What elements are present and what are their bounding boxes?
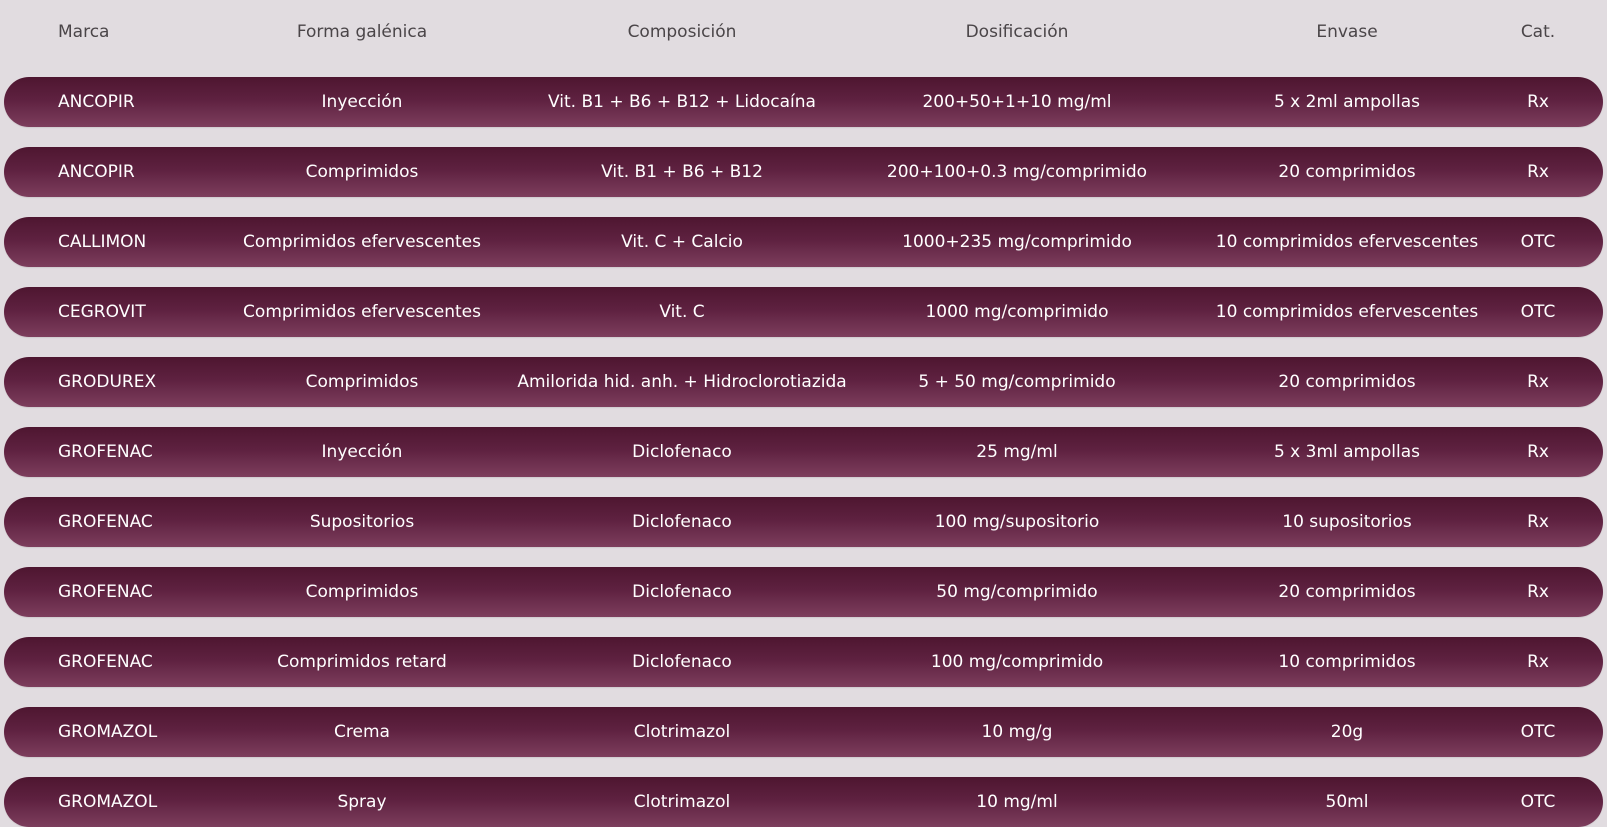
cell-dosificacion: 100 mg/comprimido bbox=[930, 652, 1104, 672]
cell-forma: Comprimidos retard bbox=[277, 652, 447, 672]
cell-dosificacion: 200+50+1+10 mg/ml bbox=[922, 92, 1112, 112]
cell-cat: Rx bbox=[1527, 442, 1549, 462]
table-row: GROFENAC Comprimidos Diclofenaco 50 mg/c… bbox=[4, 567, 1603, 617]
cell-forma: Comprimidos efervescentes bbox=[243, 302, 481, 322]
cell-composicion: Clotrimazol bbox=[633, 792, 731, 812]
cell-marca: ANCOPIR bbox=[58, 162, 135, 182]
table-row: GRODUREX Comprimidos Amilorida hid. anh.… bbox=[4, 357, 1603, 407]
cell-composicion: Diclofenaco bbox=[632, 582, 732, 602]
cell-envase: 20g bbox=[1330, 722, 1364, 742]
cell-forma: Comprimidos bbox=[305, 162, 419, 182]
cell-marca: GROFENAC bbox=[58, 512, 153, 532]
cell-envase: 20 comprimidos bbox=[1278, 372, 1416, 392]
cell-composicion: Diclofenaco bbox=[632, 652, 732, 672]
cell-composicion: Diclofenaco bbox=[632, 512, 732, 532]
table-row: GROFENAC Inyección Diclofenaco 25 mg/ml … bbox=[4, 427, 1603, 477]
cell-composicion: Vit. C bbox=[659, 302, 705, 322]
cell-dosificacion: 10 mg/g bbox=[981, 722, 1053, 742]
header-cat: Cat. bbox=[1520, 22, 1556, 42]
table-row: CALLIMON Comprimidos efervescentes Vit. … bbox=[4, 217, 1603, 267]
cell-forma: Inyección bbox=[321, 92, 403, 112]
header-dosificacion: Dosificación bbox=[965, 22, 1069, 42]
table-row: GROFENAC Supositorios Diclofenaco 100 mg… bbox=[4, 497, 1603, 547]
cell-forma: Spray bbox=[337, 792, 387, 812]
cell-dosificacion: 1000+235 mg/comprimido bbox=[902, 232, 1132, 252]
cell-forma: Comprimidos efervescentes bbox=[243, 232, 481, 252]
cell-dosificacion: 25 mg/ml bbox=[976, 442, 1058, 462]
cell-cat: OTC bbox=[1520, 722, 1556, 742]
cell-cat: OTC bbox=[1520, 792, 1556, 812]
cell-envase: 10 comprimidos bbox=[1278, 652, 1416, 672]
cell-envase: 10 comprimidos efervescentes bbox=[1215, 302, 1479, 322]
cell-cat: Rx bbox=[1527, 652, 1549, 672]
cell-cat: Rx bbox=[1527, 162, 1549, 182]
table-row: GROMAZOL Spray Clotrimazol 10 mg/ml 50ml… bbox=[4, 777, 1603, 827]
header-marca: Marca bbox=[58, 22, 110, 42]
cell-dosificacion: 100 mg/supositorio bbox=[934, 512, 1100, 532]
table-row: ANCOPIR Comprimidos Vit. B1 + B6 + B12 2… bbox=[4, 147, 1603, 197]
cell-composicion: Diclofenaco bbox=[632, 442, 732, 462]
cell-envase: 5 x 2ml ampollas bbox=[1273, 92, 1421, 112]
cell-dosificacion: 5 + 50 mg/comprimido bbox=[918, 372, 1116, 392]
cell-forma: Supositorios bbox=[309, 512, 415, 532]
cell-marca: GROFENAC bbox=[58, 582, 153, 602]
cell-cat: OTC bbox=[1520, 302, 1556, 322]
cell-composicion: Vit. B1 + B6 + B12 + Lidocaína bbox=[548, 92, 816, 112]
cell-dosificacion: 10 mg/ml bbox=[976, 792, 1058, 812]
cell-composicion: Amilorida hid. anh. + Hidroclorotiazida bbox=[517, 372, 847, 392]
cell-envase: 5 x 3ml ampollas bbox=[1273, 442, 1421, 462]
cell-envase: 10 supositorios bbox=[1282, 512, 1412, 532]
cell-marca: GROMAZOL bbox=[58, 722, 158, 742]
cell-cat: OTC bbox=[1520, 232, 1556, 252]
cell-marca: GROMAZOL bbox=[58, 792, 158, 812]
cell-marca: CEGROVIT bbox=[58, 302, 146, 322]
cell-envase: 20 comprimidos bbox=[1278, 582, 1416, 602]
header-composicion: Composición bbox=[627, 22, 737, 42]
cell-forma: Comprimidos bbox=[305, 582, 419, 602]
header-forma-galenica: Forma galénica bbox=[296, 22, 428, 42]
table-row: GROFENAC Comprimidos retard Diclofenaco … bbox=[4, 637, 1603, 687]
cell-composicion: Vit. C + Calcio bbox=[621, 232, 743, 252]
cell-cat: Rx bbox=[1527, 582, 1549, 602]
cell-composicion: Clotrimazol bbox=[633, 722, 731, 742]
cell-marca: CALLIMON bbox=[58, 232, 147, 252]
table-header: Marca Forma galénica Composición Dosific… bbox=[0, 14, 1607, 50]
cell-dosificacion: 1000 mg/comprimido bbox=[925, 302, 1109, 322]
cell-forma: Comprimidos bbox=[305, 372, 419, 392]
cell-forma: Inyección bbox=[321, 442, 403, 462]
table-row: CEGROVIT Comprimidos efervescentes Vit. … bbox=[4, 287, 1603, 337]
cell-forma: Crema bbox=[334, 722, 390, 742]
cell-cat: Rx bbox=[1527, 512, 1549, 532]
cell-dosificacion: 200+100+0.3 mg/comprimido bbox=[886, 162, 1148, 182]
cell-envase: 50ml bbox=[1325, 792, 1369, 812]
header-envase: Envase bbox=[1316, 22, 1378, 42]
cell-marca: GROFENAC bbox=[58, 652, 153, 672]
table-row: ANCOPIR Inyección Vit. B1 + B6 + B12 + L… bbox=[4, 77, 1603, 127]
cell-cat: Rx bbox=[1527, 92, 1549, 112]
cell-envase: 20 comprimidos bbox=[1278, 162, 1416, 182]
cell-marca: GRODUREX bbox=[58, 372, 157, 392]
cell-envase: 10 comprimidos efervescentes bbox=[1215, 232, 1479, 252]
cell-marca: GROFENAC bbox=[58, 442, 153, 462]
cell-composicion: Vit. B1 + B6 + B12 bbox=[601, 162, 763, 182]
cell-cat: Rx bbox=[1527, 372, 1549, 392]
table-row: GROMAZOL Crema Clotrimazol 10 mg/g 20g O… bbox=[4, 707, 1603, 757]
cell-marca: ANCOPIR bbox=[58, 92, 135, 112]
cell-dosificacion: 50 mg/comprimido bbox=[936, 582, 1098, 602]
